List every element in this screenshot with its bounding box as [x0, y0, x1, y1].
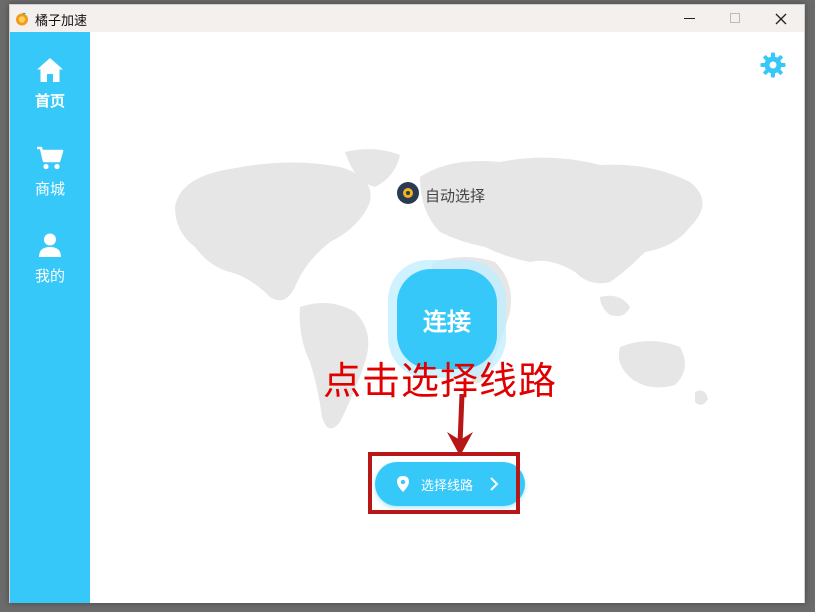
sidebar-item-profile[interactable]: 我的 — [10, 232, 90, 286]
sidebar-item-home[interactable]: 首页 — [10, 57, 90, 111]
annotation-highlight-box — [368, 452, 520, 514]
close-button[interactable] — [758, 5, 804, 32]
maximize-button[interactable] — [712, 5, 758, 32]
gear-icon[interactable] — [760, 52, 786, 78]
sidebar: 首页 商城 我的 — [10, 32, 90, 603]
app-logo-icon — [15, 11, 29, 26]
annotation-arrow — [447, 394, 473, 456]
auto-select-server[interactable]: 自动选择 — [397, 182, 485, 208]
home-icon — [36, 57, 64, 87]
window-title: 橘子加速 — [35, 14, 88, 29]
sidebar-item-label: 首页 — [34, 92, 65, 110]
server-globe-icon — [397, 182, 419, 208]
sidebar-item-label: 商城 — [34, 180, 65, 198]
auto-select-label: 自动选择 — [425, 186, 486, 205]
title-bar[interactable]: 橘子加速 — [10, 5, 804, 32]
sidebar-item-shop[interactable]: 商城 — [10, 145, 90, 199]
sidebar-item-label: 我的 — [34, 267, 65, 285]
main-panel: 自动选择 连接 点击选择线路 选择线路 — [90, 32, 804, 603]
cart-icon — [36, 145, 64, 175]
annotation-text: 点击选择线路 — [323, 359, 558, 403]
user-icon — [37, 232, 63, 262]
app-window: 橘子加速 首页 商城 我的 自动选择 连接 点击选择线路 选择线路 — [9, 4, 805, 603]
minimize-button[interactable] — [666, 5, 712, 32]
